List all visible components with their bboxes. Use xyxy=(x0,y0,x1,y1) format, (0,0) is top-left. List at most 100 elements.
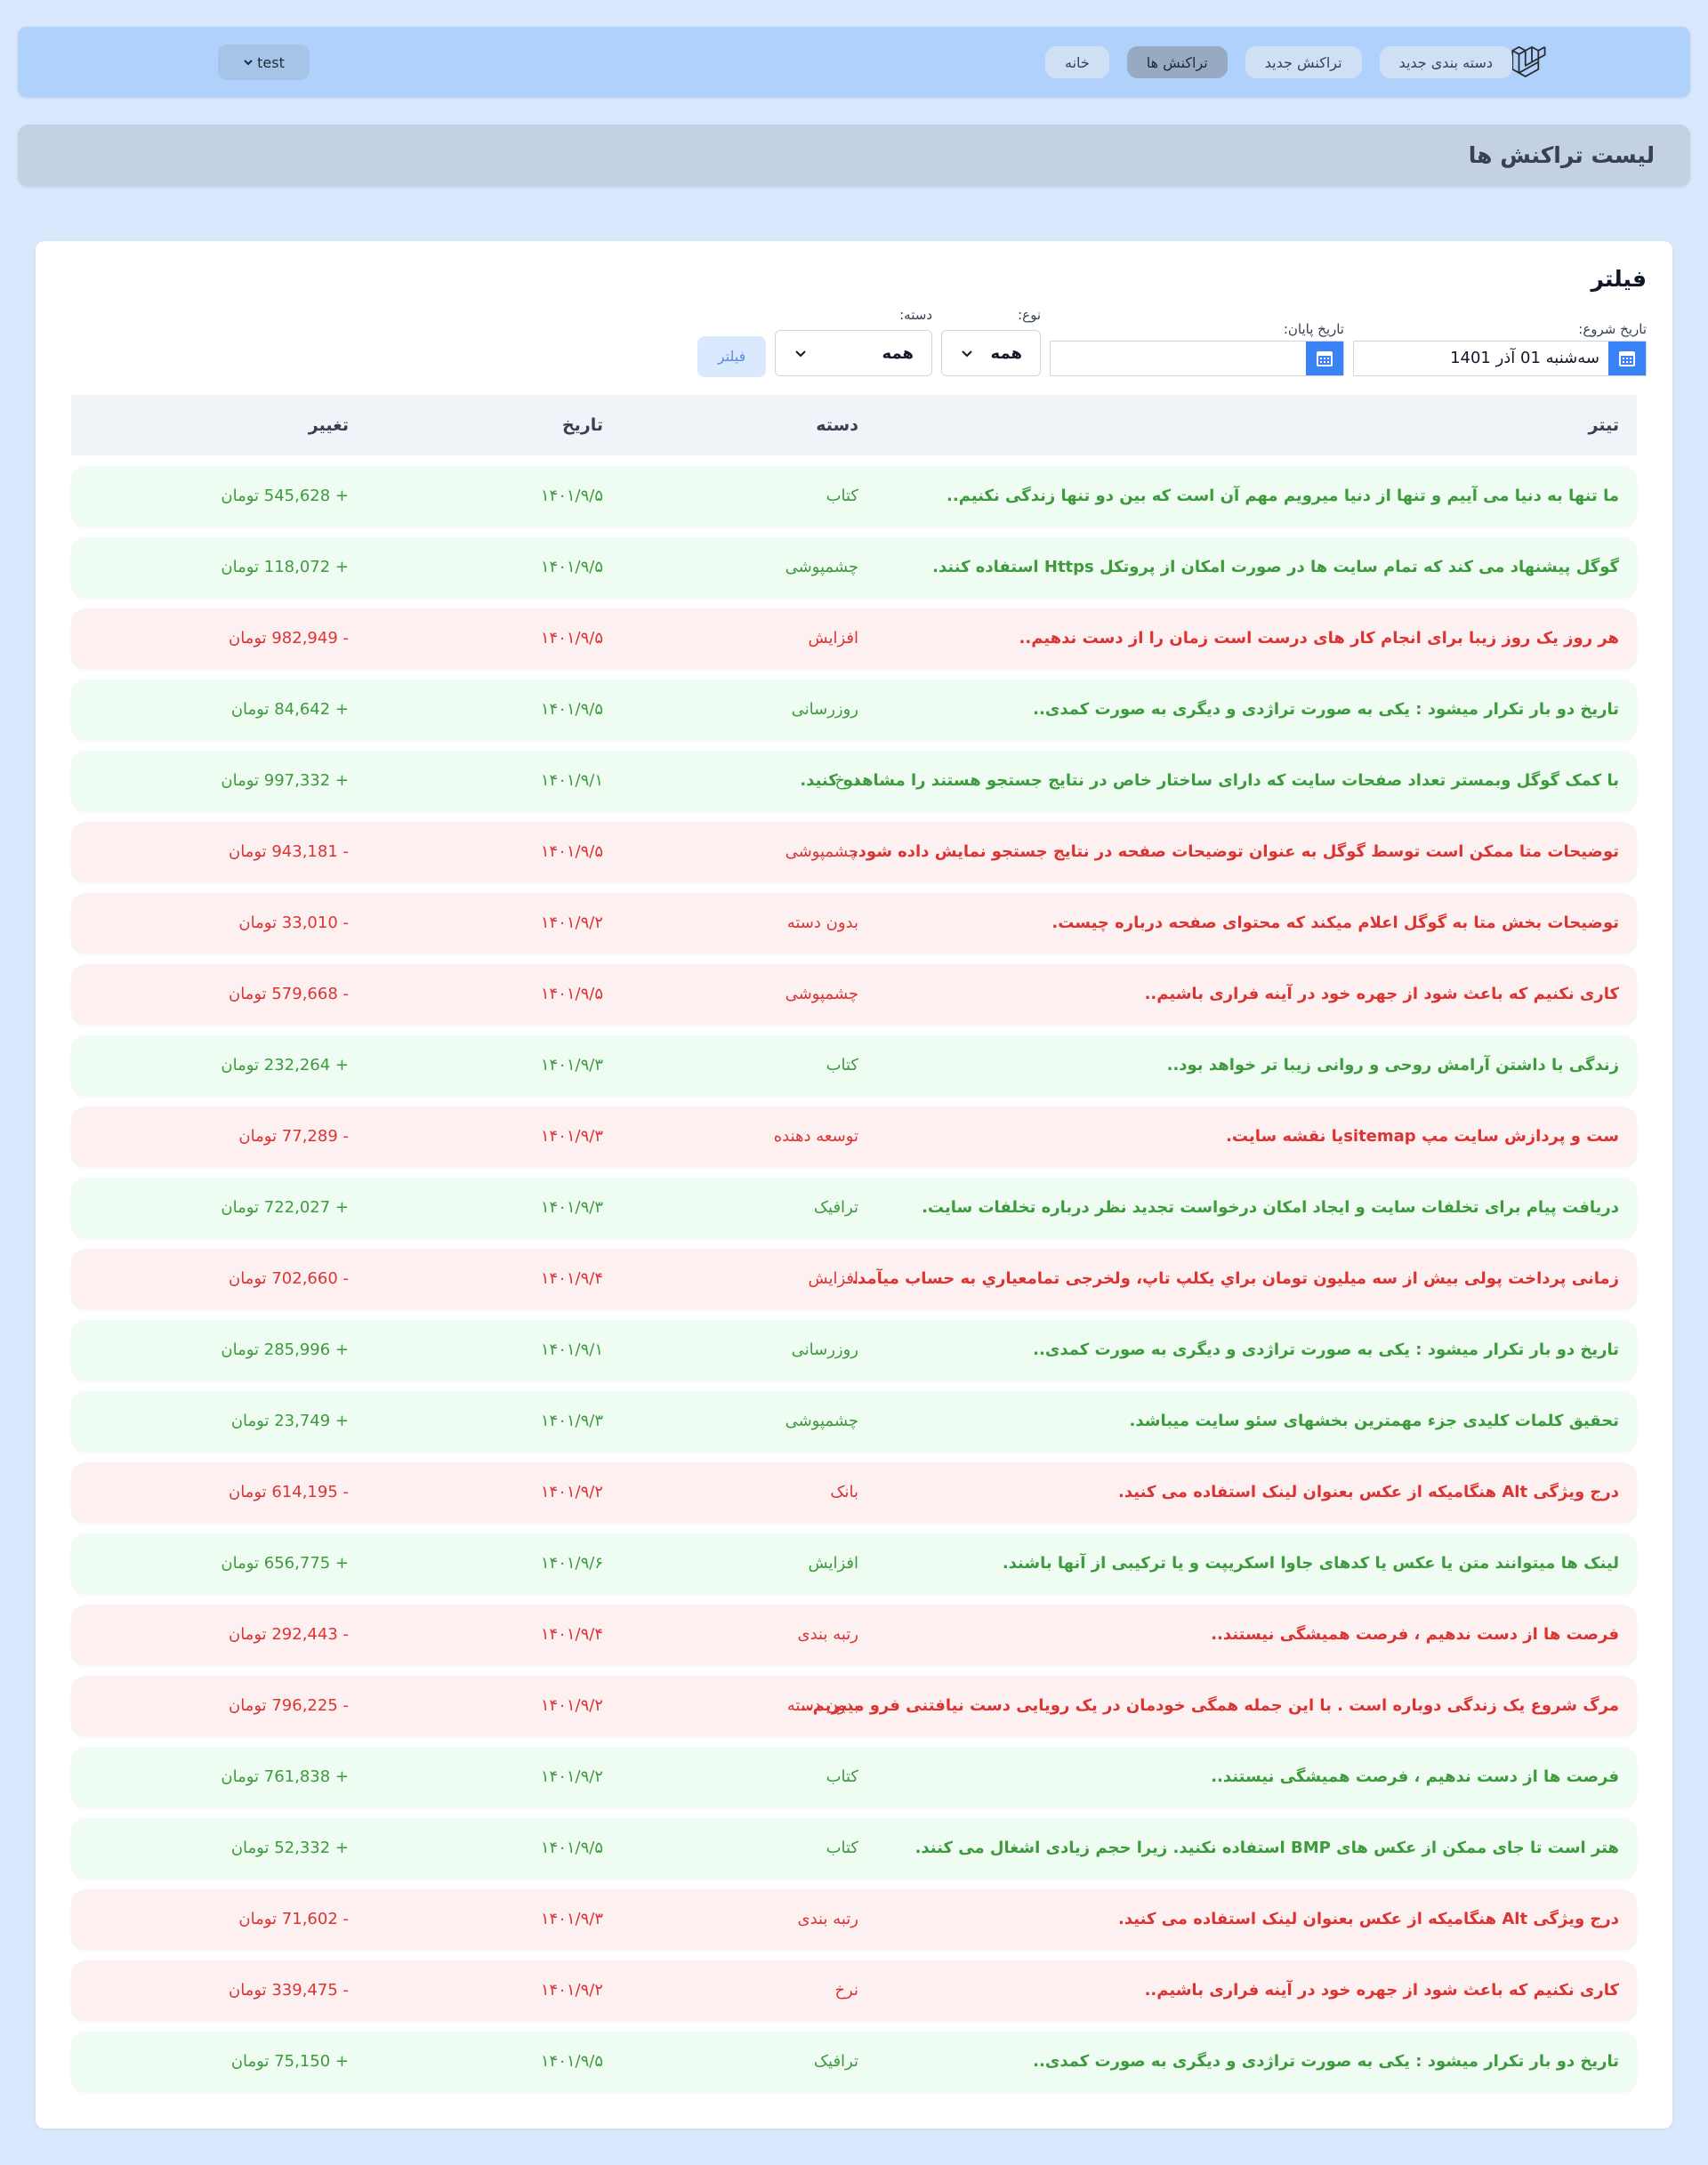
row-amount: + 52,332 تومان xyxy=(230,1839,349,1857)
table-row[interactable]: دریافت پیام برای تخلفات سایت و ایجاد امک… xyxy=(71,1178,1637,1238)
table-row[interactable]: هر روز یک روز زیبا برای انجام کار های در… xyxy=(71,608,1637,669)
end-date-input[interactable] xyxy=(1051,342,1306,375)
nav-link-transactions[interactable]: تراکنش ها xyxy=(1126,46,1228,78)
table-row[interactable]: فرصت ها از دست ندهیم ، فرصت همیشگی نیستن… xyxy=(71,1747,1637,1807)
row-amount: + 84,642 تومان xyxy=(230,700,349,719)
row-date: ۱۴۰۱/۹/۵ xyxy=(540,842,603,861)
row-category: افزایش xyxy=(808,629,859,648)
table-row[interactable]: توضیحات متا ممکن است توسط گوگل به عنوان … xyxy=(71,822,1637,882)
row-amount: - 339,475 تومان xyxy=(228,1981,349,2000)
row-category: بدون دسته xyxy=(786,913,858,932)
table-row[interactable]: زمانی پرداخت پولی بیش از سه میلیون تومان… xyxy=(71,1249,1637,1309)
row-category: نرخ xyxy=(834,771,858,790)
row-date: ۱۴۰۱/۹/۲ xyxy=(540,1767,603,1786)
table-row[interactable]: درج ویژگی Alt هنگامیکه از عکس بعنوان لین… xyxy=(71,1889,1637,1950)
row-category: بدون دسته xyxy=(786,1696,858,1715)
transactions-card: فیلتر تاریخ شروع: سه‌شنبه 01 آذر 1401 تا… xyxy=(36,241,1672,2129)
table-row[interactable]: با کمک گوگل وبمستر تعداد صفحات سایت که د… xyxy=(71,751,1637,811)
row-title: کاری نکنیم که باعث شود از جهره خود در آی… xyxy=(1144,985,1619,1003)
table-row[interactable]: گوگل پیشنهاد می کند که تمام سایت ها در ص… xyxy=(71,537,1637,598)
user-menu-button[interactable]: test xyxy=(218,44,310,80)
page-title: لیست تراکنش ها xyxy=(1468,142,1655,168)
table-row[interactable]: تاریخ دو بار تکرار میشود : یکی به صورت ت… xyxy=(71,1320,1637,1380)
table-row[interactable]: زندگی با داشتن آرامش روحی و روانی زیبا ت… xyxy=(71,1035,1637,1096)
table-row[interactable]: تاریخ دو بار تکرار میشود : یکی به صورت ت… xyxy=(71,2032,1637,2092)
row-category: روزرسانی xyxy=(791,1340,858,1359)
row-title: تاریخ دو بار تکرار میشود : یکی به صورت ت… xyxy=(1033,2052,1619,2071)
row-date: ۱۴۰۱/۹/۲ xyxy=(540,1696,603,1715)
row-title: تاریخ دو بار تکرار میشود : یکی به صورت ت… xyxy=(1033,700,1619,719)
table-row[interactable]: هتر است تا جای ممکن از عکس های BMP استفا… xyxy=(71,1818,1637,1879)
row-amount: + 997,332 تومان xyxy=(221,771,349,790)
row-category: کتاب xyxy=(826,1839,858,1857)
row-title: درج ویژگی Alt هنگامیکه از عکس بعنوان لین… xyxy=(1118,1483,1619,1501)
end-date-label: تاریخ پایان: xyxy=(1283,321,1344,337)
row-title: درج ویژگی Alt هنگامیکه از عکس بعنوان لین… xyxy=(1118,1910,1619,1928)
table-row[interactable]: مرگ شروع یک زندگی دوباره است . با این جم… xyxy=(71,1676,1637,1736)
row-amount: + 761,838 تومان xyxy=(221,1767,349,1786)
column-header-category[interactable]: دسته xyxy=(816,395,858,455)
user-name: test xyxy=(257,53,285,71)
row-amount: + 75,150 تومان xyxy=(230,2052,349,2071)
category-select[interactable]: همه xyxy=(775,330,932,376)
table-row[interactable]: کاری نکنیم که باعث شود از جهره خود در آی… xyxy=(71,964,1637,1025)
row-category: نرخ xyxy=(834,1981,858,2000)
row-amount: + 545,628 تومان xyxy=(221,487,349,505)
row-title: کاری نکنیم که باعث شود از جهره خود در آی… xyxy=(1144,1981,1619,2000)
row-title: با کمک گوگل وبمستر تعداد صفحات سایت که د… xyxy=(800,771,1619,790)
row-amount: - 702,660 تومان xyxy=(228,1269,349,1288)
row-title: ما تنها به دنیا می آییم و تنها از دنیا م… xyxy=(947,487,1619,505)
row-amount: + 118,072 تومان xyxy=(221,558,349,576)
start-date-input[interactable]: سه‌شنبه 01 آذر 1401 xyxy=(1354,342,1608,375)
row-date: ۱۴۰۱/۹/۲ xyxy=(540,913,603,932)
table-row[interactable]: لینک ها میتوانند متن یا عکس یا کدهای جاو… xyxy=(71,1533,1637,1594)
nav-link-home[interactable]: خانه xyxy=(1044,46,1109,78)
row-date: ۱۴۰۱/۹/۳ xyxy=(540,1056,603,1074)
table-row[interactable]: ما تنها به دنیا می آییم و تنها از دنیا م… xyxy=(71,466,1637,527)
row-date: ۱۴۰۱/۹/۳ xyxy=(540,1127,603,1146)
column-header-title[interactable]: تیتر xyxy=(1589,395,1619,455)
type-select-value: همه xyxy=(990,343,1022,363)
nav-links: خانه تراکنش ها تراکنش جدید دسته بندی جدی… xyxy=(1044,46,1512,78)
column-header-change[interactable]: تغییر xyxy=(309,395,349,455)
table-row[interactable]: کاری نکنیم که باعث شود از جهره خود در آی… xyxy=(71,1960,1637,2021)
start-date-field[interactable]: سه‌شنبه 01 آذر 1401 xyxy=(1353,341,1647,376)
filter-title: فیلتر xyxy=(1591,266,1647,292)
category-label: دسته: xyxy=(899,307,932,323)
row-amount: - 71,602 تومان xyxy=(238,1910,349,1928)
start-date-label: تاریخ شروع: xyxy=(1578,321,1647,337)
row-title: زمانی پرداخت پولی بیش از سه میلیون تومان… xyxy=(851,1269,1619,1288)
row-title: گوگل پیشنهاد می کند که تمام سایت ها در ص… xyxy=(932,558,1619,576)
row-date: ۱۴۰۱/۹/۵ xyxy=(540,629,603,648)
table-row[interactable]: تاریخ دو بار تکرار میشود : یکی به صورت ت… xyxy=(71,680,1637,740)
row-date: ۱۴۰۱/۹/۳ xyxy=(540,1198,603,1217)
filter-submit-button[interactable]: فیلتر xyxy=(697,336,766,377)
row-category: کتاب xyxy=(826,487,858,505)
row-category: رتبه بندی xyxy=(797,1910,858,1928)
row-category: ترافیک xyxy=(813,2052,858,2071)
end-date-calendar-button[interactable] xyxy=(1306,342,1343,375)
nav-link-new-category[interactable]: دسته بندی جدید xyxy=(1379,46,1512,78)
laravel-logo-icon[interactable] xyxy=(1510,43,1547,80)
table-row[interactable]: درج ویژگی Alt هنگامیکه از عکس بعنوان لین… xyxy=(71,1462,1637,1523)
row-date: ۱۴۰۱/۹/۵ xyxy=(540,985,603,1003)
end-date-field[interactable] xyxy=(1050,341,1344,376)
type-select[interactable]: همه xyxy=(941,330,1041,376)
row-amount: + 722,027 تومان xyxy=(221,1198,349,1217)
start-date-calendar-button[interactable] xyxy=(1608,342,1646,375)
column-header-date[interactable]: تاریخ xyxy=(562,395,603,455)
row-title: تحقیق کلمات کلیدی جزء مهمترین بخشهای سئو… xyxy=(1129,1412,1619,1430)
row-amount: - 614,195 تومان xyxy=(228,1483,349,1501)
row-amount: - 943,181 تومان xyxy=(228,842,349,861)
row-category: بانک xyxy=(830,1483,858,1501)
nav-link-new-transaction[interactable]: تراکنش جدید xyxy=(1245,46,1362,78)
row-category: چشمپوشی xyxy=(785,985,858,1003)
table-row[interactable]: تحقیق کلمات کلیدی جزء مهمترین بخشهای سئو… xyxy=(71,1391,1637,1452)
row-title: هتر است تا جای ممکن از عکس های BMP استفا… xyxy=(914,1839,1619,1857)
row-date: ۱۴۰۱/۹/۳ xyxy=(540,1412,603,1430)
table-row[interactable]: فرصت ها از دست ندهیم ، فرصت همیشگی نیستن… xyxy=(71,1605,1637,1665)
row-category: افزایش xyxy=(808,1554,859,1573)
row-date: ۱۴۰۱/۹/۴ xyxy=(540,1625,603,1644)
table-row[interactable]: ست و پردازش سایت مپ sitemapیا نقشه سایت.… xyxy=(71,1107,1637,1167)
table-row[interactable]: توضیحات بخش متا به گوگل اعلام میکند که م… xyxy=(71,893,1637,954)
